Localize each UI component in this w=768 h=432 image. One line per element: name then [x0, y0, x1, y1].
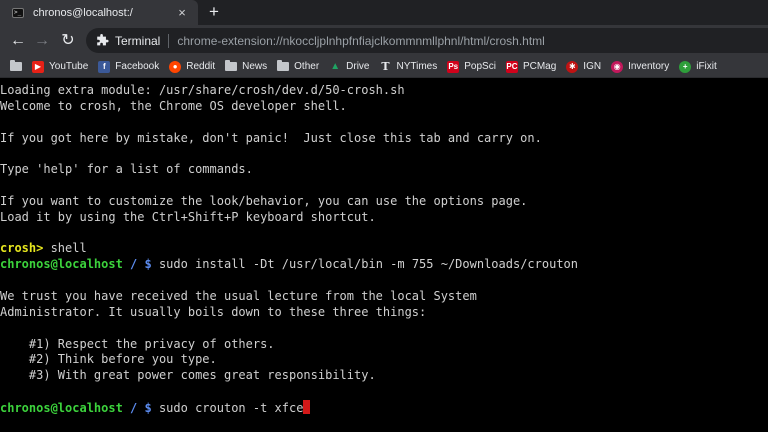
terminal-line: #1) Respect the privacy of others. — [0, 337, 768, 353]
inventory-icon: ◉ — [611, 60, 624, 73]
bookmark-label: Facebook — [115, 61, 160, 72]
youtube-icon: ▶ — [32, 60, 44, 73]
terminal-line: chronos@localhost / $ sudo crouton -t xf… — [0, 399, 768, 416]
terminal-line: chronos@localhost / $ sudo install -Dt /… — [0, 257, 768, 273]
apps-button[interactable] — [10, 60, 22, 71]
bookmark-ifixit[interactable]: + iFixit — [679, 60, 717, 73]
tab-title: chronos@localhost:/ — [33, 6, 133, 19]
bookmark-reddit[interactable]: ● Reddit — [169, 60, 216, 73]
output-text: Loading extra module: /usr/share/crosh/d… — [0, 83, 405, 97]
command-text: sudo crouton -t xfce — [151, 400, 304, 415]
bookmarks-bar: ▶ YouTube f Facebook ● Reddit News Other ▲ Drive T… — [0, 56, 768, 78]
bookmark-other[interactable]: Other — [277, 60, 320, 72]
crosh-prompt: crosh> — [0, 241, 44, 256]
terminal-line: Loading extra module: /usr/share/crosh/d… — [0, 83, 768, 99]
toolbar: ← → ↻ Terminal chrome-extension://nkoccl… — [0, 25, 768, 56]
bookmark-label: NYTimes — [396, 61, 438, 72]
apps-icon — [10, 60, 22, 71]
bookmark-label: Other — [294, 61, 320, 72]
facebook-icon: f — [98, 60, 111, 73]
terminal-line: If you got here by mistake, don't panic!… — [0, 131, 768, 147]
terminal-line: We trust you have received the usual lec… — [0, 289, 768, 305]
bookmark-label: News — [242, 61, 268, 72]
ifixit-icon: + — [679, 60, 692, 73]
bookmark-inventory[interactable]: ◉ Inventory — [611, 60, 670, 73]
close-icon[interactable]: × — [174, 5, 190, 21]
output-text: We trust you have received the usual lec… — [0, 288, 477, 303]
reload-button[interactable]: ↻ — [58, 31, 78, 51]
folder-icon — [277, 60, 290, 71]
output-text: Welcome to crosh, the Chrome OS develope… — [0, 98, 347, 113]
output-text: If you want to customize the look/behavi… — [0, 193, 528, 208]
shell-prompt-path: / $ — [122, 400, 152, 415]
reddit-icon: ● — [169, 60, 182, 73]
output-text: #1) Respect the privacy of others. — [0, 336, 275, 351]
new-tab-button[interactable]: + — [205, 3, 223, 21]
bookmark-youtube[interactable]: ▶ YouTube — [32, 60, 89, 73]
bookmark-label: IGN — [583, 61, 602, 72]
shell-prompt-user: chronos@localhost — [0, 400, 123, 415]
command-text: sudo install -Dt /usr/local/bin -m 755 ~… — [151, 257, 578, 272]
bookmark-facebook[interactable]: f Facebook — [98, 60, 160, 73]
shell-prompt-path: / $ — [122, 257, 152, 272]
bookmark-drive[interactable]: ▲ Drive — [329, 61, 369, 73]
terminal-line: If you want to customize the look/behavi… — [0, 194, 768, 210]
output-text: If you got here by mistake, don't panic!… — [0, 130, 542, 145]
forward-button[interactable]: → — [32, 31, 52, 51]
omnibox-divider — [168, 33, 170, 48]
pcmag-icon: PC — [505, 60, 518, 73]
ign-icon: ✱ — [566, 60, 579, 73]
browser-window: >_ chronos@localhost:/ × + ← → ↻ Termina… — [0, 0, 768, 432]
output-text: Type 'help' for a list of commands. — [0, 162, 253, 177]
bookmark-label: Reddit — [186, 61, 216, 72]
shell-prompt-user: chronos@localhost — [0, 257, 123, 272]
address-bar[interactable]: Terminal chrome-extension://nkoccljplnhp… — [86, 28, 768, 53]
bookmark-popsci[interactable]: Ps PopSci — [447, 60, 496, 73]
bookmark-label: YouTube — [49, 61, 89, 72]
output-text: #3) With great power comes great respons… — [0, 368, 376, 383]
tab-strip: >_ chronos@localhost:/ × + — [0, 0, 768, 25]
bookmark-pcmag[interactable]: PC PCMag — [505, 60, 557, 73]
bookmark-label: Inventory — [628, 61, 670, 72]
terminal-icon: >_ — [12, 7, 24, 18]
bookmark-label: PCMag — [522, 61, 557, 72]
terminal-line: crosh> shell — [0, 241, 768, 257]
terminal-line: #3) With great power comes great respons… — [0, 368, 768, 384]
bookmark-label: PopSci — [464, 61, 496, 72]
popsci-icon: Ps — [447, 60, 460, 73]
bookmark-news[interactable]: News — [225, 60, 268, 72]
output-text: Administrator. It usually boils down to … — [0, 304, 427, 319]
terminal-line: #2) Think before you type. — [0, 352, 768, 368]
back-button[interactable]: ← — [8, 31, 28, 51]
output-text: Load it by using the Ctrl+Shift+P keyboa… — [0, 209, 376, 224]
text-cursor — [303, 399, 311, 414]
tab-terminal[interactable]: >_ chronos@localhost:/ × — [0, 0, 198, 25]
terminal-line: Load it by using the Ctrl+Shift+P keyboa… — [0, 210, 768, 226]
url-text[interactable]: chrome-extension://nkoccljplnhpfnfiajclk… — [177, 34, 544, 48]
site-name: Terminal — [115, 33, 161, 48]
command-text: shell — [43, 241, 87, 256]
drive-icon: ▲ — [330, 60, 341, 72]
bookmark-nytimes[interactable]: T NYTimes — [380, 59, 438, 73]
extension-puzzle-icon — [97, 33, 109, 45]
terminal-line: Welcome to crosh, the Chrome OS develope… — [0, 99, 768, 115]
bookmark-label: Drive — [346, 61, 370, 72]
nytimes-icon: T — [381, 59, 390, 73]
output-text: #2) Think before you type. — [0, 352, 217, 367]
folder-icon — [225, 60, 238, 71]
terminal-output[interactable]: Loading extra module: /usr/share/crosh/d… — [0, 78, 768, 432]
bookmark-ign[interactable]: ✱ IGN — [566, 60, 602, 73]
terminal-line: Type 'help' for a list of commands. — [0, 162, 768, 178]
terminal-line: Administrator. It usually boils down to … — [0, 305, 768, 321]
bookmark-label: iFixit — [696, 61, 717, 72]
